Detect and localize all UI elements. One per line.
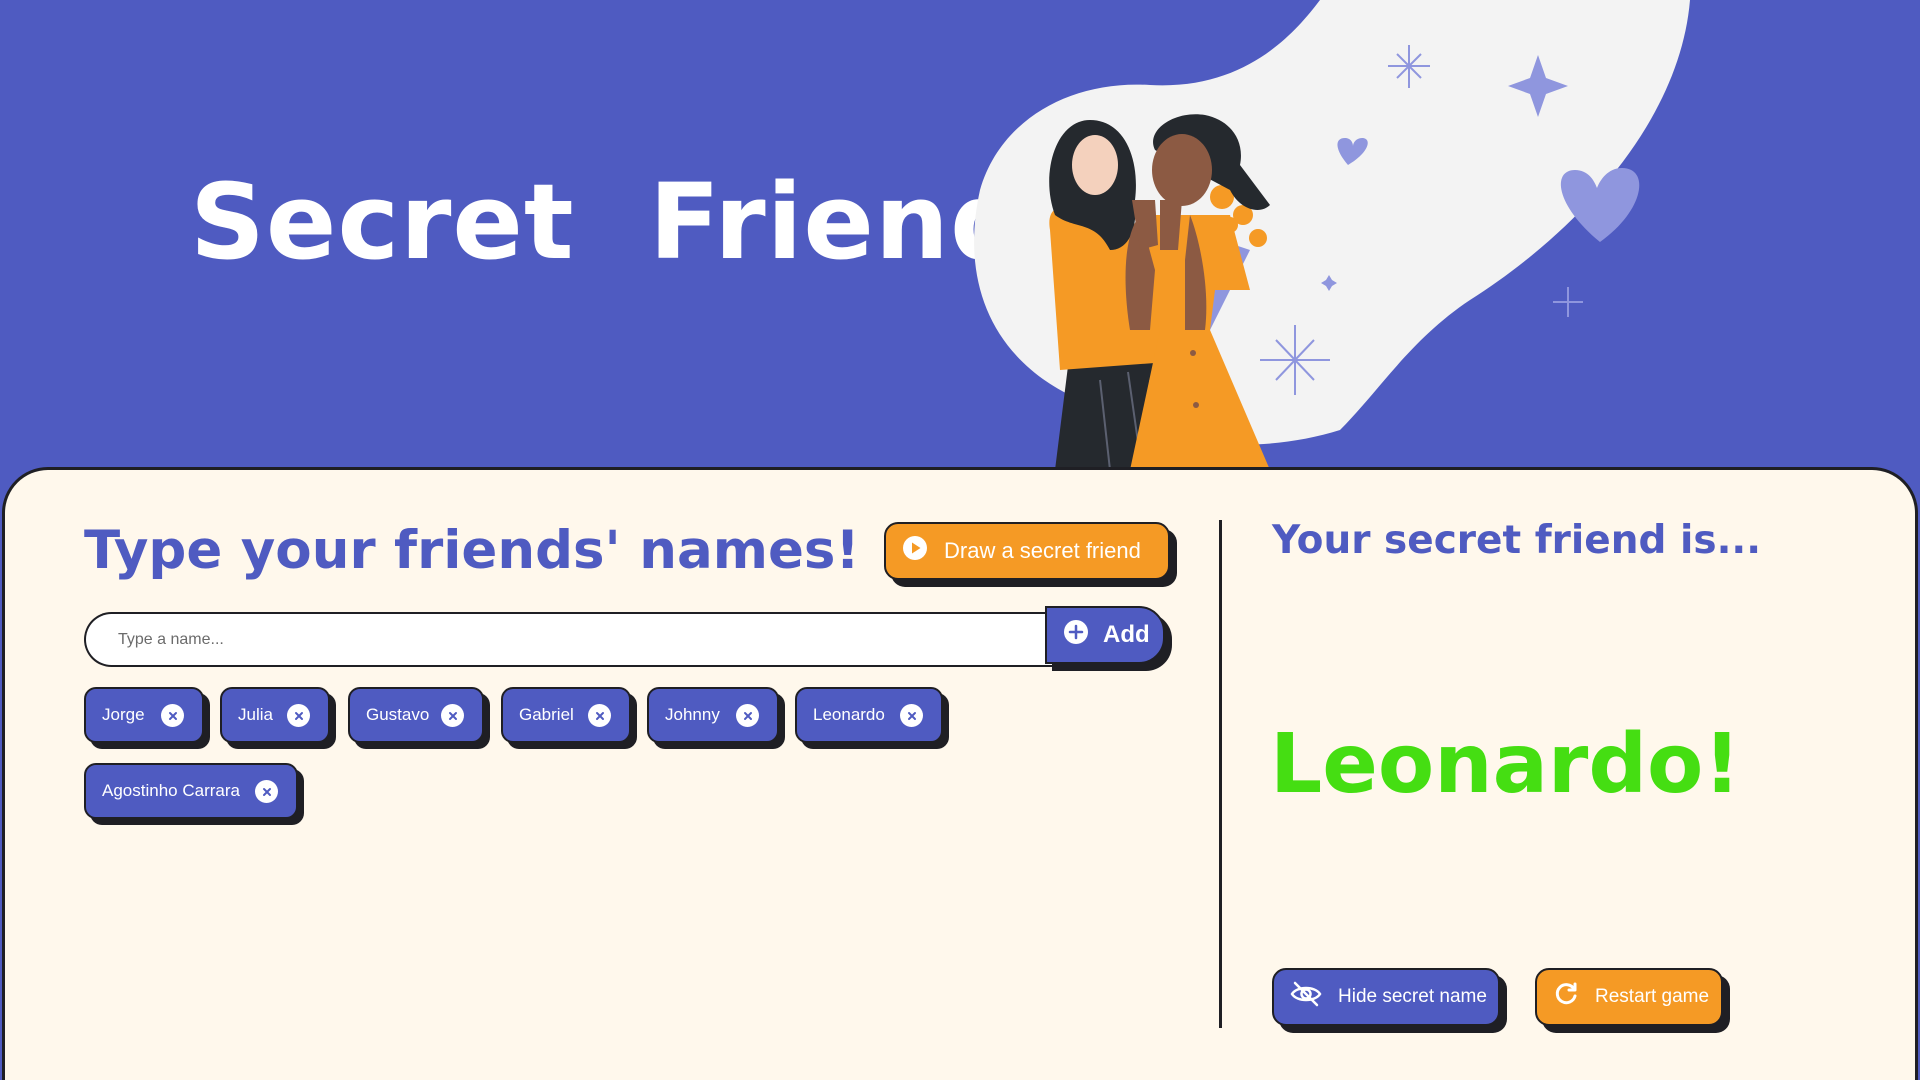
close-icon[interactable]	[255, 780, 278, 803]
draw-button-label: Draw a secret friend	[944, 538, 1141, 563]
friend-chip: Agostinho Carrara	[84, 763, 298, 819]
names-heading: Type your friends' names!	[84, 520, 860, 581]
name-input[interactable]	[86, 614, 1056, 665]
play-circle-icon	[902, 535, 928, 567]
friend-name: Leonardo	[813, 705, 885, 724]
close-icon[interactable]	[287, 704, 310, 727]
app-title: Secret Friend	[190, 161, 1026, 283]
friend-name: Johnny	[665, 705, 720, 724]
friend-chip: Jorge	[84, 687, 204, 743]
refresh-icon	[1553, 981, 1579, 1013]
friend-chip: Julia	[220, 687, 330, 743]
hide-secret-name-button[interactable]: Hide secret name	[1272, 968, 1500, 1026]
section-divider	[1219, 520, 1222, 1028]
hero-banner: Secret Friend	[0, 0, 1920, 470]
restart-game-button[interactable]: Restart game	[1535, 968, 1723, 1026]
close-icon[interactable]	[900, 704, 923, 727]
close-icon[interactable]	[588, 704, 611, 727]
draw-secret-friend-button[interactable]: Draw a secret friend	[884, 522, 1170, 580]
close-icon[interactable]	[441, 704, 464, 727]
friends-illustration	[974, 0, 1690, 470]
friend-chip: Johnny	[647, 687, 779, 743]
close-icon[interactable]	[736, 704, 759, 727]
friend-name: Jorge	[102, 705, 145, 724]
friend-name: Gustavo	[366, 705, 430, 724]
friend-name: Julia	[238, 705, 273, 724]
eye-off-icon	[1290, 981, 1322, 1013]
add-button-label: Add	[1103, 621, 1150, 648]
friend-chip: Gabriel	[501, 687, 631, 743]
restart-button-label: Restart game	[1595, 986, 1710, 1007]
friend-chip: Leonardo	[795, 687, 943, 743]
hide-button-label: Hide secret name	[1338, 986, 1487, 1007]
friend-name: Agostinho Carrara	[102, 781, 240, 800]
friend-chip: Gustavo	[348, 687, 484, 743]
plus-circle-icon	[1063, 619, 1089, 652]
close-icon[interactable]	[161, 704, 184, 727]
result-heading: Your secret friend is...	[1272, 518, 1762, 563]
name-input-container	[84, 612, 1056, 667]
secret-friend-result: Leonardo!	[1270, 717, 1741, 812]
add-name-button[interactable]: Add	[1045, 606, 1165, 664]
friend-name: Gabriel	[519, 705, 574, 724]
